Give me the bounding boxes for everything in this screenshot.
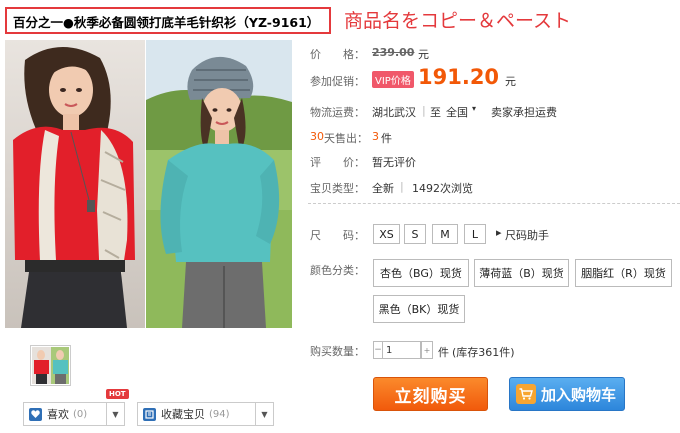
shipping-note: 卖家承担运费 — [491, 106, 557, 119]
heart-icon — [29, 407, 42, 421]
annotation-note: 商品名をコピー＆ペースト — [344, 10, 572, 32]
ship-separator: | — [422, 104, 426, 117]
view-count: 1492次浏览 — [412, 182, 473, 195]
price-label: 价 格： — [310, 48, 365, 61]
hot-badge: HOT — [106, 389, 129, 399]
like-dropdown-icon[interactable]: ▼ — [106, 403, 124, 425]
size-option-xs[interactable]: XS — [373, 224, 400, 244]
size-option-m[interactable]: M — [432, 224, 458, 244]
stock-count: (库存361件) — [452, 346, 515, 359]
promo-price: 191.20 — [418, 65, 500, 89]
size-helper-icon[interactable]: ▸ — [496, 226, 502, 239]
sold-count: 3 — [372, 130, 379, 143]
color-option-b[interactable]: 薄荷蓝（B）现货 — [474, 259, 569, 287]
sold-unit: 件 — [381, 132, 392, 145]
product-thumbnail[interactable] — [30, 345, 71, 386]
like-count: (0) — [73, 408, 88, 420]
favorite-button[interactable]: 收藏宝贝 (94) ▼ — [137, 402, 274, 426]
type-value: 全新 — [372, 182, 394, 195]
quantity-increase-button[interactable]: + — [421, 341, 433, 359]
size-option-s[interactable]: S — [404, 224, 426, 244]
cart-icon — [516, 384, 536, 404]
like-label: 喜欢 — [47, 408, 69, 421]
ship-from: 湖北武汉 — [372, 106, 416, 119]
add-to-cart-button[interactable]: 加入购物车 — [509, 377, 625, 411]
size-label: 尺 码： — [310, 229, 365, 242]
quantity-label: 购买数量： — [310, 345, 365, 358]
promo-label: 参加促销： — [310, 75, 365, 88]
product-title: 百分之一●秋季必备圆领打底羊毛针织衫（YZ-9161） — [13, 15, 320, 30]
type-label: 宝贝类型： — [310, 182, 365, 195]
quantity-decrease-button[interactable]: − — [373, 341, 383, 359]
vip-badge: VIP价格 — [372, 71, 414, 88]
shipping-label: 物流运费： — [310, 106, 365, 119]
product-photo-blue — [146, 40, 292, 328]
ship-destination[interactable]: 全国 — [446, 104, 468, 120]
product-photo-red — [5, 40, 145, 328]
color-option-bk[interactable]: 黑色（BK）现货 — [373, 295, 465, 323]
favorite-dropdown-icon[interactable]: ▼ — [255, 403, 273, 425]
size-option-l[interactable]: L — [464, 224, 486, 244]
destination-dropdown-icon[interactable]: ▾ — [472, 104, 476, 113]
bookmark-icon — [143, 407, 156, 421]
buy-now-button[interactable]: 立刻购买 — [373, 377, 488, 411]
favorite-label: 收藏宝贝 — [161, 408, 205, 421]
quantity-unit: 件 — [438, 346, 449, 359]
color-label: 颜色分类： — [310, 264, 365, 277]
color-option-r[interactable]: 胭脂红（R）现货 — [575, 259, 672, 287]
review-value: 暂无评价 — [372, 156, 416, 169]
buy-now-label: 立刻购买 — [394, 386, 467, 407]
original-price: 239.00 — [372, 46, 415, 59]
sold-prefix: 30 — [310, 130, 324, 143]
original-price-unit: 元 — [418, 48, 429, 61]
type-separator: | — [400, 180, 404, 193]
sold-label: 天售出： — [324, 132, 368, 145]
product-title-box: 百分之一●秋季必备圆领打底羊毛针织衫（YZ-9161） — [5, 7, 331, 34]
like-button[interactable]: 喜欢 (0) ▼ — [23, 402, 125, 426]
divider — [308, 203, 680, 204]
size-helper-link[interactable]: 尺码助手 — [505, 227, 549, 243]
add-to-cart-label: 加入购物车 — [541, 385, 617, 404]
ship-to-prefix: 至 — [430, 106, 441, 119]
promo-price-unit: 元 — [505, 75, 516, 88]
favorite-count: (94) — [209, 408, 230, 420]
review-label: 评 价： — [310, 156, 365, 169]
quantity-input[interactable] — [383, 341, 421, 359]
color-option-bg[interactable]: 杏色（BG）现货 — [373, 259, 469, 287]
